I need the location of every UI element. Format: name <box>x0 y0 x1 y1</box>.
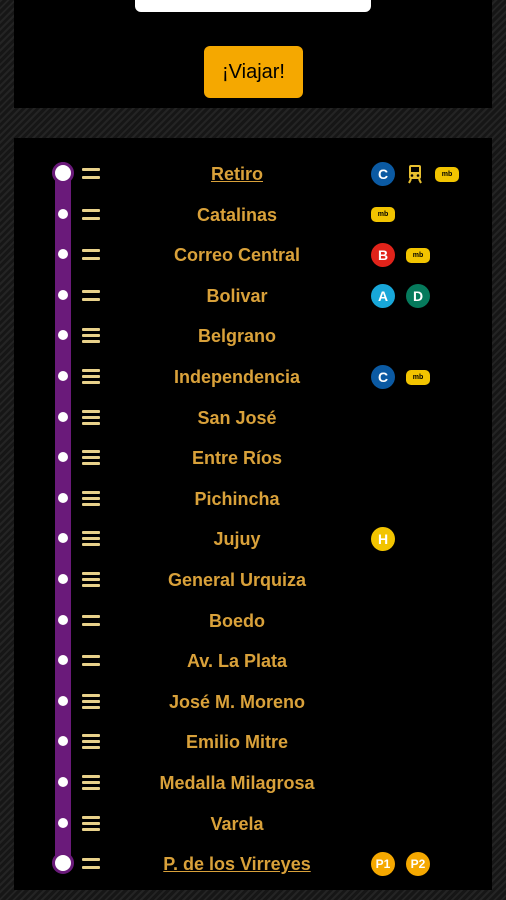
station-menu-icon[interactable] <box>82 208 100 220</box>
station-menu-icon[interactable] <box>82 328 100 344</box>
station-menu-icon[interactable] <box>82 249 100 261</box>
station-row[interactable]: Entre Ríos <box>14 438 492 478</box>
station-name: Pichincha <box>194 488 280 509</box>
line-d-badge: D <box>406 283 430 308</box>
line-c-badge: C <box>371 162 395 186</box>
terminal-station-dot <box>52 852 74 875</box>
station-name: Catalinas <box>196 204 278 225</box>
station-row[interactable]: Retiro Cmb <box>14 154 492 194</box>
station-menu-icon[interactable] <box>82 815 100 831</box>
station-dot <box>58 614 68 625</box>
station-menu-icon[interactable] <box>82 858 100 870</box>
station-row[interactable]: Pichincha <box>14 479 492 519</box>
terminal-station-dot <box>52 162 74 184</box>
station-menu-icon[interactable] <box>82 409 100 425</box>
station-name: Emilio Mitre <box>185 732 288 753</box>
station-dot <box>58 655 68 666</box>
connection-badges: AD <box>371 283 430 309</box>
metrobus-icon: mb <box>406 369 430 385</box>
connection-badges: Cmb <box>371 161 459 187</box>
station-name: Varela <box>210 813 264 834</box>
station-menu-icon[interactable] <box>82 734 100 750</box>
station-name: Belgrano <box>197 326 276 347</box>
station-menu-icon[interactable] <box>82 289 100 301</box>
station-menu-icon[interactable] <box>82 369 100 384</box>
station-name: San José <box>197 407 277 428</box>
station-name: Jujuy <box>213 529 261 550</box>
train-icon <box>406 163 424 185</box>
connection-badges: H <box>371 526 395 552</box>
station-dot <box>58 208 68 219</box>
station-name: Correo Central <box>173 245 301 266</box>
station-name[interactable]: P. de los Virreyes <box>134 854 340 875</box>
station-name: General Urquiza <box>167 570 307 590</box>
connection-badges: P1 P2 <box>371 851 430 877</box>
station-row[interactable]: P. de los Virreyes P1 P2 <box>14 844 492 884</box>
metrobus-icon: mb <box>406 247 430 263</box>
station-row[interactable]: Catalinas mb <box>14 195 492 235</box>
station-menu-icon[interactable] <box>82 490 100 506</box>
connection-badges: Cmb <box>371 364 430 390</box>
viajar-button[interactable]: ¡Viajar! <box>204 46 303 98</box>
station-name: Entre Ríos <box>191 448 283 469</box>
station-menu-icon[interactable] <box>82 614 100 626</box>
station-dot <box>58 533 68 544</box>
station-dot <box>58 492 68 503</box>
station-menu-icon[interactable] <box>82 775 100 790</box>
station-dot <box>58 452 68 463</box>
line-a-badge: A <box>371 283 395 308</box>
station-dot <box>58 817 68 828</box>
top-panel: ¡Viajar! <box>14 0 492 108</box>
station-row[interactable]: Varela <box>14 804 492 844</box>
station-row[interactable]: Emilio Mitre <box>14 722 492 762</box>
line-b-badge: B <box>371 243 395 268</box>
station-dot <box>58 411 68 422</box>
premetro-p1-badge: P1 <box>371 852 395 877</box>
station-row[interactable]: General Urquiza <box>14 560 492 600</box>
line-c-badge: C <box>371 365 395 389</box>
station-menu-icon[interactable] <box>82 693 100 709</box>
station-row[interactable]: San José <box>14 398 492 438</box>
station-name: Av. La Plata <box>186 651 288 672</box>
station-row[interactable]: Jujuy H <box>14 519 492 559</box>
metrobus-icon: mb <box>371 207 395 223</box>
station-row[interactable]: Medalla Milagrosa <box>14 763 492 803</box>
station-dot <box>58 736 68 747</box>
station-dot <box>58 289 68 300</box>
station-row[interactable]: Correo Central Bmb <box>14 235 492 275</box>
connection-badges: Bmb <box>371 242 430 268</box>
premetro-p2-badge: P2 <box>406 852 430 877</box>
station-name: Medalla Milagrosa <box>159 773 315 793</box>
station-dot <box>58 695 68 706</box>
station-menu-icon[interactable] <box>82 655 100 667</box>
line-h-badge: H <box>371 527 395 552</box>
station-menu-icon[interactable] <box>82 168 100 179</box>
line-panel: Retiro Cmb Catalinas mb Correo Central Bmb Bol… <box>14 138 492 890</box>
station-dot <box>58 574 68 584</box>
metrobus-icon: mb <box>435 166 459 182</box>
search-input[interactable] <box>135 0 371 12</box>
connection-badges: mb <box>371 202 395 228</box>
station-name: Bolivar <box>206 285 268 306</box>
station-menu-icon[interactable] <box>82 572 100 587</box>
station-row[interactable]: Av. La Plata <box>14 641 492 681</box>
station-name: Boedo <box>209 610 265 631</box>
station-menu-icon[interactable] <box>82 450 100 466</box>
station-row[interactable]: Independencia Cmb <box>14 357 492 397</box>
station-row[interactable]: Belgrano <box>14 316 492 356</box>
station-row[interactable]: Bolivar A D <box>14 276 492 316</box>
station-dot <box>58 249 68 260</box>
station-dot <box>58 330 68 341</box>
station-menu-icon[interactable] <box>82 531 100 547</box>
station-name: José M. Moreno <box>168 691 306 712</box>
station-row[interactable]: Boedo <box>14 601 492 641</box>
station-name[interactable]: Retiro <box>134 164 340 185</box>
station-dot <box>58 371 68 381</box>
station-row[interactable]: José M. Moreno <box>14 682 492 722</box>
station-dot <box>58 777 68 787</box>
station-name: Independencia <box>173 367 301 387</box>
